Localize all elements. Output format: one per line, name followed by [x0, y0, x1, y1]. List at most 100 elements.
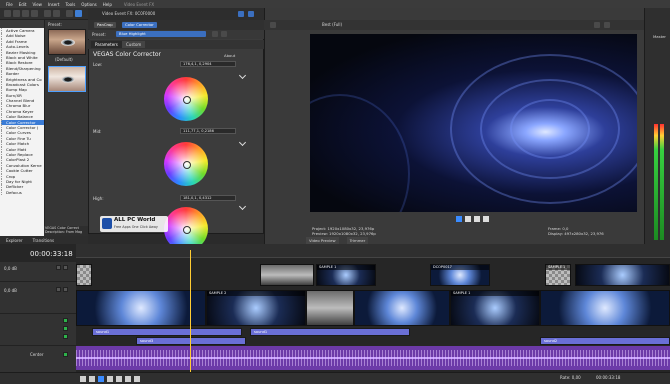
- mute-icon[interactable]: [56, 265, 61, 270]
- audio-clip[interactable]: sound2: [540, 337, 670, 345]
- pause-icon[interactable]: [465, 216, 471, 222]
- play-icon[interactable]: [456, 216, 462, 222]
- high-value-field[interactable]: 181,0,1, 0,4312: [180, 195, 236, 201]
- timeline-ruler[interactable]: [76, 244, 670, 258]
- tab-video-preview[interactable]: Video Preview: [306, 237, 339, 244]
- track-header-video-2[interactable]: 0,0 dB: [0, 284, 76, 314]
- preset-row: Preset: Blue Highlight: [88, 30, 264, 39]
- section-label-high: High:: [93, 196, 104, 201]
- solo-icon[interactable]: [63, 265, 68, 270]
- record-icon[interactable]: [80, 376, 86, 382]
- fx-list: Active Camera Add Noise Add Frame Auto-Leve…: [0, 28, 44, 196]
- tab-custom[interactable]: Custom: [122, 41, 146, 48]
- preset-label-default: (Default): [55, 57, 73, 62]
- preset-thumb-blue-highlight[interactable]: [48, 66, 86, 92]
- video-clip[interactable]: SAMPLE 1: [545, 264, 571, 286]
- arm-icon[interactable]: [63, 334, 68, 339]
- clip-label: SAMPLE 1: [317, 265, 375, 270]
- audio-clip[interactable]: sound1: [250, 328, 410, 336]
- loop-icon[interactable]: [483, 216, 489, 222]
- tab-parameters[interactable]: Parameters: [91, 41, 122, 48]
- watermark-logo-icon: [102, 218, 112, 229]
- fx-window-titlebar: Video Event FX: 0C0F0000: [88, 8, 264, 20]
- transport-bar: 00:00:33:18 Rate: 0,00: [0, 372, 670, 384]
- arm-icon[interactable]: [63, 352, 68, 357]
- open-icon[interactable]: [13, 10, 20, 17]
- video-clip[interactable]: [260, 264, 314, 286]
- video-clip[interactable]: [306, 290, 354, 326]
- track-header-audio[interactable]: [0, 316, 76, 346]
- save-preset-icon[interactable]: [212, 31, 218, 37]
- video-clip[interactable]: SAMPLE 2: [206, 290, 306, 326]
- preset-label: Preset:: [92, 32, 106, 37]
- level-meter-right: [660, 124, 664, 240]
- preview-settings-icon[interactable]: [270, 22, 276, 28]
- clip-label: SAMPLE 1: [546, 265, 570, 270]
- menu-insert[interactable]: Insert: [48, 2, 59, 7]
- loop-icon[interactable]: [89, 376, 95, 382]
- arm-icon[interactable]: [63, 318, 68, 323]
- color-wheel-low[interactable]: [164, 77, 208, 121]
- new-icon[interactable]: [4, 10, 11, 17]
- mid-value-field[interactable]: 111,77,1, 0,2186: [180, 128, 236, 134]
- solo-icon[interactable]: [63, 287, 68, 292]
- rewind-icon[interactable]: [125, 376, 131, 382]
- play-icon[interactable]: [98, 376, 104, 382]
- playhead[interactable]: [190, 250, 191, 372]
- menu-help[interactable]: Help: [103, 2, 112, 7]
- audio-clip[interactable]: sound1: [92, 328, 242, 336]
- save-icon[interactable]: [22, 10, 29, 17]
- preset-dropdown[interactable]: Blue Highlight: [116, 31, 206, 37]
- video-clip[interactable]: [76, 290, 206, 326]
- low-value-field[interactable]: 176,4,1, 0,2904: [180, 61, 236, 67]
- video-clip[interactable]: [76, 264, 92, 286]
- rate-label: Rate: 0,00: [560, 375, 581, 380]
- delete-preset-icon[interactable]: [221, 31, 227, 37]
- track-header-video-1[interactable]: 0,0 dB: [0, 262, 76, 282]
- arm-icon[interactable]: [63, 326, 68, 331]
- fast-forward-icon[interactable]: [134, 376, 140, 382]
- clip-label: SAMPLE 2: [207, 291, 305, 296]
- plugin-chooser-icon[interactable]: [248, 11, 254, 17]
- color-wheel-mid[interactable]: [164, 142, 208, 186]
- menu-file[interactable]: File: [6, 2, 13, 7]
- music-waveform[interactable]: [76, 346, 670, 370]
- about-link[interactable]: About: [224, 53, 235, 58]
- menu-edit[interactable]: Edit: [19, 2, 27, 7]
- fx-list-panel: Active Camera Add Noise Add Frame Auto-Leve…: [0, 20, 44, 242]
- video-clip[interactable]: [540, 290, 670, 326]
- undo-icon[interactable]: [44, 10, 51, 17]
- preview-quality[interactable]: Best (Full): [322, 22, 342, 27]
- track-header-music[interactable]: Center: [0, 348, 76, 374]
- menu-view[interactable]: View: [32, 2, 42, 7]
- mute-icon[interactable]: [56, 287, 61, 292]
- tab-explorer[interactable]: Explorer: [6, 238, 23, 243]
- tab-trimmer[interactable]: Trimmer: [346, 237, 369, 244]
- video-clip[interactable]: [575, 264, 670, 286]
- stop-icon[interactable]: [474, 216, 480, 222]
- video-clip[interactable]: [354, 290, 450, 326]
- fx-list-item[interactable]: Defocus: [1, 189, 44, 196]
- video-clip[interactable]: DCOP0017: [430, 264, 490, 286]
- fx-heading: VEGAS Color Corrector: [93, 51, 161, 58]
- preset-thumb-default[interactable]: [48, 29, 86, 55]
- stop-icon[interactable]: [116, 376, 122, 382]
- snap-icon[interactable]: [75, 10, 82, 17]
- chain-item-pancrop[interactable]: PanCrop: [94, 22, 116, 28]
- video-clip[interactable]: SAMPLE 1: [450, 290, 540, 326]
- menu-tools[interactable]: Tools: [65, 2, 75, 7]
- tab-transitions[interactable]: Transitions: [33, 238, 54, 243]
- fx-chain-icon[interactable]: [238, 11, 244, 17]
- pause-icon[interactable]: [107, 376, 113, 382]
- render-icon[interactable]: [31, 10, 38, 17]
- overlays-icon[interactable]: [604, 22, 610, 28]
- clip-label: DCOP0017: [431, 265, 489, 270]
- pan-label: Center: [30, 352, 44, 357]
- menu-options[interactable]: Options: [81, 2, 96, 7]
- chain-item-color-corrector[interactable]: Color Corrector: [122, 22, 157, 28]
- cut-icon[interactable]: [66, 10, 73, 17]
- split-screen-icon[interactable]: [594, 22, 600, 28]
- redo-icon[interactable]: [53, 10, 60, 17]
- video-clip[interactable]: SAMPLE 1: [316, 264, 376, 286]
- audio-clip[interactable]: sound3: [136, 337, 246, 345]
